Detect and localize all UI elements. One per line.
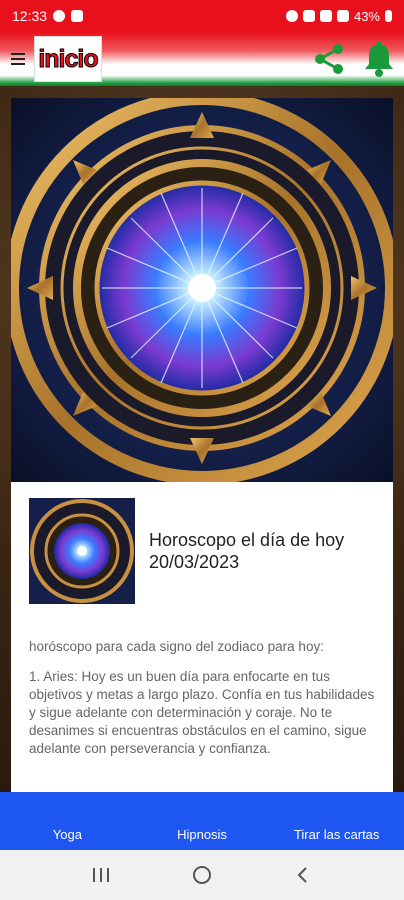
vibrate-icon [302,10,315,22]
article-aries: 1. Aries: Hoy es un buen día para enfoca… [29,669,375,756]
status-time: 12:33 [12,8,48,24]
app-bar: inicio [0,32,404,86]
bell-icon[interactable] [362,40,396,78]
article-body: horóscopo para cada signo del zodiaco pa… [29,638,379,770]
share-icon[interactable] [310,40,348,78]
recents-button[interactable] [81,860,121,890]
signal-icon [336,10,349,22]
back-icon [297,867,308,883]
nav-item-yoga[interactable]: Yoga [0,827,135,842]
hero-image [11,98,393,482]
nav-item-hipnosis[interactable]: Hipnosis [135,827,270,842]
battery-icon [385,10,392,22]
back-button[interactable] [283,860,323,890]
article-intro: horóscopo para cada signo del zodiaco pa… [29,639,324,654]
whatsapp-icon [53,10,66,22]
home-icon [192,866,211,884]
article-card[interactable]: Horoscopo el día de hoy 20/03/2023 horós… [11,98,393,792]
recents-icon [92,868,109,882]
logo-text: inicio [38,44,99,73]
bottom-nav: Yoga Hipnosis Tirar las cartas [0,792,404,850]
status-bar: 12:33 43% [0,0,404,32]
alarm-icon [285,10,298,22]
battery-level: 43% [353,8,380,24]
system-nav [0,850,404,900]
home-button[interactable] [182,860,222,890]
menu-icon[interactable] [4,32,32,86]
notification-icon [71,10,84,22]
nav-item-tirar-cartas[interactable]: Tirar las cartas [269,827,404,842]
logo[interactable]: inicio [34,36,102,82]
article-header: Horoscopo el día de hoy 20/03/2023 [29,498,379,604]
wifi-icon [319,10,332,22]
article-title[interactable]: Horoscopo el día de hoy 20/03/2023 [149,529,379,573]
article-thumbnail [29,498,135,604]
